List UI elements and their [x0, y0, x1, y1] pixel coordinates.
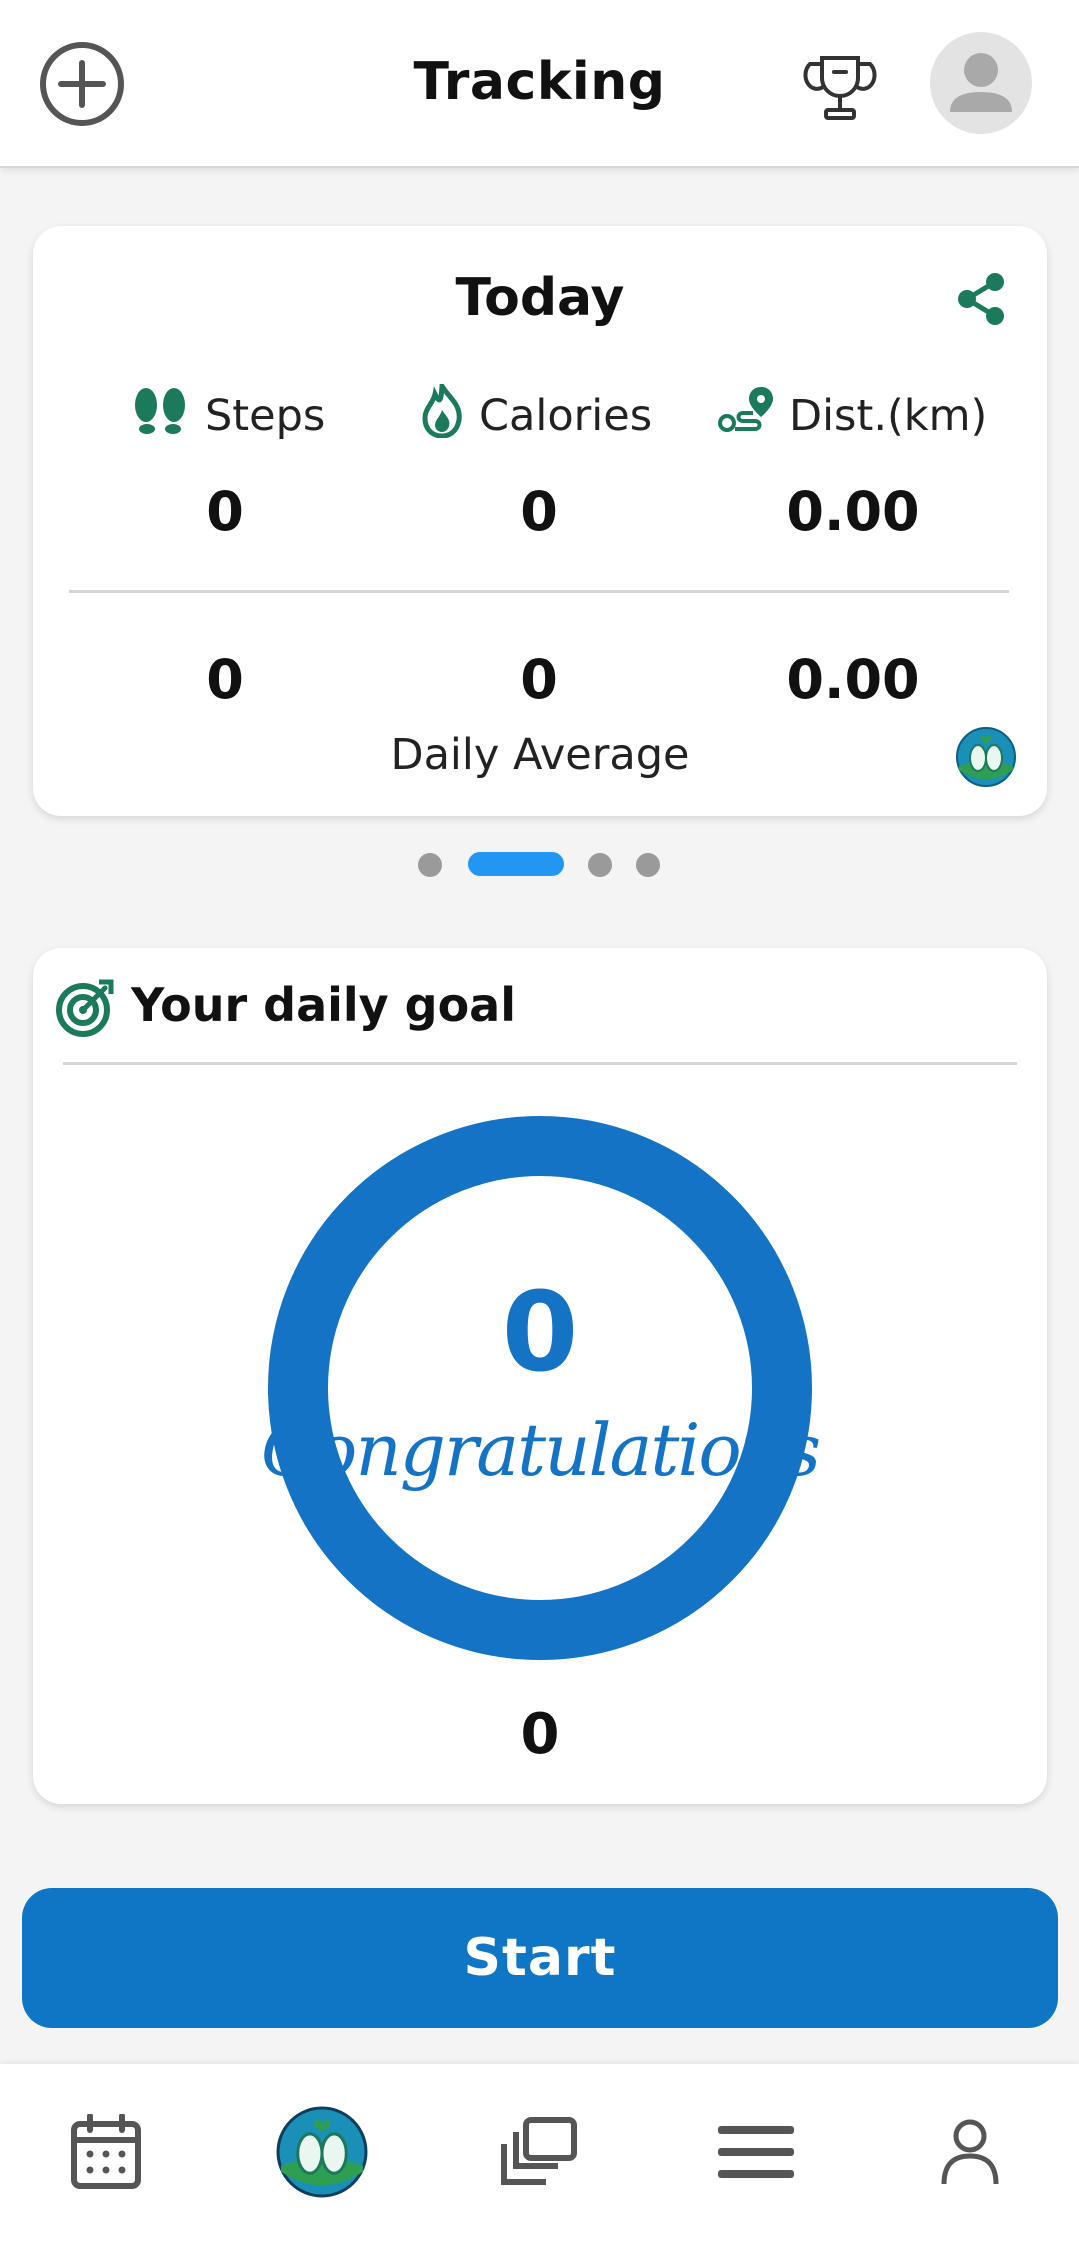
- carousel-indicator: [0, 852, 1079, 878]
- daily-goal-card[interactable]: Your daily goal 0 Congratulations 0: [33, 948, 1047, 1804]
- stat-label-text: Steps: [205, 391, 326, 441]
- goal-progress-value: 0: [501, 1268, 579, 1396]
- stat-label-text: Dist.(km): [789, 391, 988, 441]
- pager-dot-active[interactable]: [468, 852, 564, 876]
- nav-home[interactable]: [274, 2106, 370, 2202]
- app-logo-icon: [955, 726, 1017, 788]
- nav-profile[interactable]: [920, 2104, 1020, 2204]
- goal-message: Congratulations: [260, 1408, 821, 1492]
- distance-label: Dist.(km): [715, 386, 987, 446]
- pager-dot[interactable]: [636, 853, 660, 877]
- footprints-icon: [129, 387, 205, 446]
- pager-dot[interactable]: [418, 853, 442, 877]
- calories-today-value: 0: [520, 480, 558, 543]
- divider: [63, 1062, 1017, 1065]
- calories-average-value: 0: [520, 648, 558, 711]
- person-icon: [940, 2118, 1000, 2190]
- nav-calendar[interactable]: [56, 2104, 156, 2204]
- calories-label: Calories: [419, 377, 653, 449]
- gallery-icon: [500, 2116, 580, 2192]
- steps-today-value: 0: [206, 480, 244, 543]
- route-icon: [715, 383, 789, 450]
- nav-menu[interactable]: [706, 2104, 806, 2204]
- nav-gallery[interactable]: [490, 2104, 590, 2204]
- daily-average-label: Daily Average: [390, 730, 690, 780]
- page-title: Tracking: [413, 52, 666, 112]
- trophy-icon[interactable]: [800, 52, 880, 124]
- goal-target-value: 0: [520, 1702, 560, 1767]
- distance-today-value: 0.00: [786, 480, 920, 543]
- pager-dot[interactable]: [588, 853, 612, 877]
- calendar-icon: [70, 2113, 142, 2194]
- card-title: Today: [455, 268, 625, 328]
- start-button[interactable]: Start: [22, 1888, 1058, 2028]
- goal-title: Your daily goal: [131, 978, 516, 1032]
- top-app-bar: Tracking: [0, 0, 1079, 168]
- distance-average-value: 0.00: [786, 648, 920, 711]
- steps-average-value: 0: [206, 648, 244, 711]
- bottom-navigation: [0, 2064, 1079, 2249]
- menu-icon: [716, 2122, 796, 2186]
- app-logo-icon: [275, 2105, 369, 2203]
- steps-label: Steps: [129, 386, 325, 446]
- user-avatar-icon[interactable]: [930, 32, 1032, 134]
- share-icon[interactable]: [953, 270, 1011, 328]
- target-icon: [55, 978, 115, 1038]
- stat-label-text: Calories: [479, 391, 653, 441]
- divider: [69, 590, 1009, 593]
- today-summary-card[interactable]: Today Steps Calories Dist.(km) 0 0 0.00 …: [33, 226, 1047, 816]
- flame-icon: [419, 377, 479, 449]
